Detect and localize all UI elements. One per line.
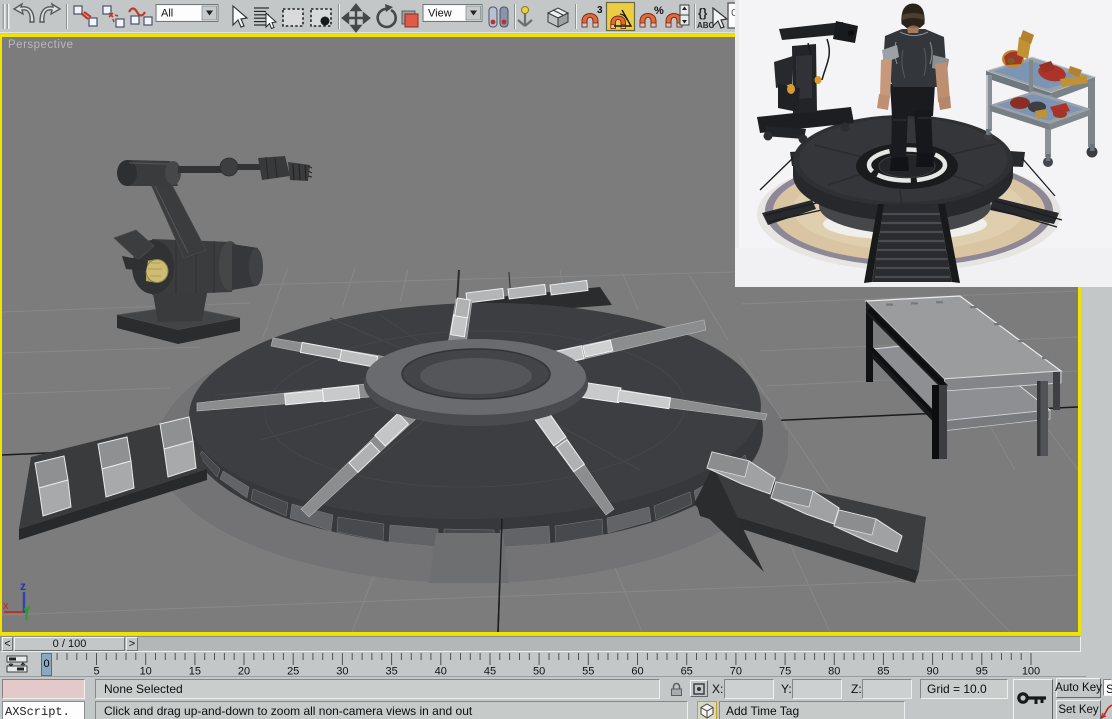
svg-text:55: 55 (582, 666, 594, 678)
svg-text:10: 10 (140, 666, 152, 678)
svg-text:5: 5 (93, 666, 99, 678)
svg-text:20: 20 (238, 666, 250, 678)
svg-text:35: 35 (385, 666, 397, 678)
svg-text:60: 60 (631, 666, 643, 678)
svg-text:15: 15 (189, 666, 201, 678)
svg-text:25: 25 (287, 666, 299, 678)
svg-text:z: z (20, 579, 26, 593)
svg-text:{}: {} (698, 6, 708, 20)
svg-text:75: 75 (779, 666, 791, 678)
svg-text:90: 90 (926, 666, 938, 678)
svg-text:100: 100 (1022, 666, 1040, 678)
svg-text:85: 85 (877, 666, 889, 678)
svg-text:65: 65 (681, 666, 693, 678)
svg-text:45: 45 (484, 666, 496, 678)
svg-text:80: 80 (828, 666, 840, 678)
svg-text:%: % (654, 5, 664, 17)
svg-text:30: 30 (336, 666, 348, 678)
svg-text:View: View (428, 8, 452, 20)
svg-text:All: All (161, 8, 173, 20)
svg-text:3: 3 (597, 5, 603, 16)
svg-text:95: 95 (976, 666, 988, 678)
svg-text:70: 70 (730, 666, 742, 678)
svg-text:50: 50 (533, 666, 545, 678)
svg-text:ABC: ABC (697, 21, 715, 30)
svg-text:x: x (3, 600, 9, 612)
svg-text:40: 40 (435, 666, 447, 678)
